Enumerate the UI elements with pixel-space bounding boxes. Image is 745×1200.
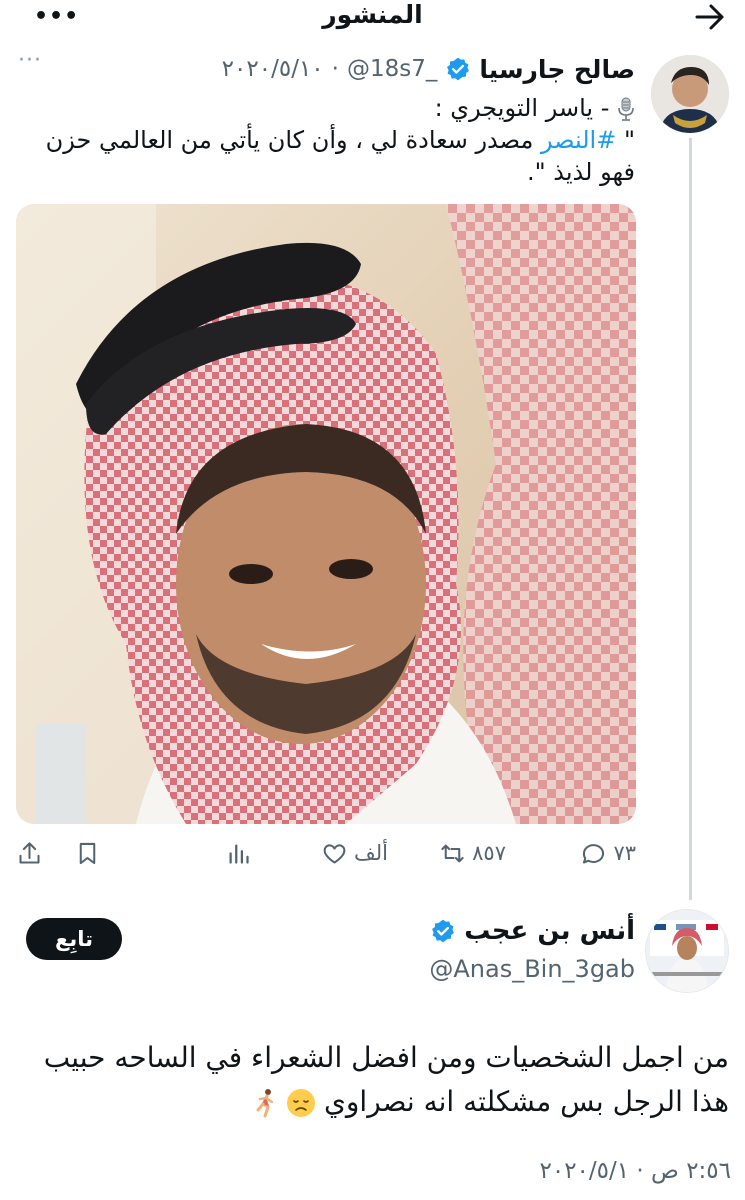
arrow-right-icon[interactable]: [693, 2, 727, 32]
verified-badge-icon: [447, 57, 470, 81]
like-count: ألف: [354, 841, 388, 865]
microphone-icon: [618, 97, 634, 121]
views-button[interactable]: [225, 835, 252, 871]
avatar[interactable]: [645, 909, 729, 993]
reply-button[interactable]: ٧٣: [580, 835, 636, 871]
tweet-text-body: من اجمل الشخصيات ومن افضل الشعراء في الس…: [43, 1041, 729, 1118]
reply-count: ٧٣: [613, 841, 636, 865]
share-icon: [19, 841, 40, 864]
follow-button[interactable]: تابِع: [26, 918, 122, 960]
avatar[interactable]: [651, 55, 729, 133]
hashtag-link[interactable]: #النصر: [541, 126, 616, 154]
tweet-timestamp: ٢:٥٦ ص · ٢٠٢٠/٥/١: [539, 1158, 732, 1184]
share-button[interactable]: [16, 835, 43, 871]
more-horizontal-icon[interactable]: •••: [34, 4, 79, 29]
reply-author-row: أنس بن عجب: [430, 916, 635, 946]
tweet-photo[interactable]: [16, 204, 636, 824]
author-name[interactable]: صالح جارسيا: [479, 55, 635, 84]
tweet-text: من اجمل الشخصيات ومن افضل الشعراء في الس…: [24, 1036, 729, 1124]
retweet-button[interactable]: ٨٥٧: [439, 835, 506, 871]
tweet-more-icon[interactable]: ···: [18, 48, 42, 73]
retweet-count: ٨٥٧: [472, 841, 506, 865]
reply-icon: [583, 843, 605, 864]
page-title: المنشور: [322, 0, 423, 29]
quote-mark: ": [616, 126, 635, 154]
views-chart-icon: [229, 844, 249, 864]
author-name[interactable]: أنس بن عجب: [464, 916, 635, 946]
verified-badge-icon: [432, 919, 455, 943]
tweet-text-line1: - ياسر التويجري :: [434, 94, 610, 122]
tweet-actions: ٧٣ ٨٥٧ ألف: [16, 835, 636, 871]
thread-line: [689, 138, 692, 900]
bookmark-button[interactable]: [74, 835, 101, 871]
person-running-icon: [256, 1089, 274, 1118]
retweet-icon: [441, 844, 464, 862]
tweet-date: ٢٠٢٠/٥/١٠: [221, 56, 324, 82]
author-handle[interactable]: @Anas_Bin_3gab: [429, 955, 635, 983]
tweet-text: - ياسر التويجري : " #النصر مصدر سعادة لي…: [18, 92, 635, 188]
bookmark-icon: [79, 842, 96, 864]
separator-dot: ·: [331, 56, 339, 82]
disappointed-face-icon: [287, 1089, 316, 1117]
heart-icon: [323, 843, 346, 864]
like-button[interactable]: ألف: [321, 835, 388, 871]
quoted-tweet-header: صالح جارسيا @18s7_ · ٢٠٢٠/٥/١٠: [222, 52, 635, 86]
author-handle[interactable]: @18s7_: [347, 56, 437, 82]
